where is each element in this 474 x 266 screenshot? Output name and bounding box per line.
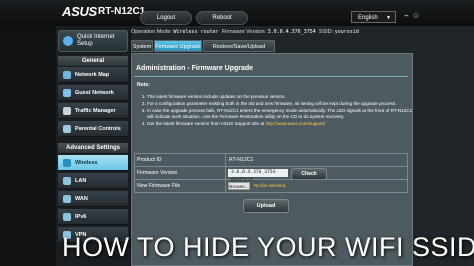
sidebar-item-lan[interactable]: LAN — [58, 173, 128, 189]
ssid-value[interactable]: yourssid — [335, 29, 359, 35]
browse-button[interactable]: Browse... — [228, 182, 250, 190]
sidebar-item-network-map[interactable]: Network Map — [58, 67, 128, 83]
fw-label: Firmware Version: — [221, 29, 267, 35]
globe-icon — [63, 36, 73, 46]
logout-button[interactable]: Logout — [140, 11, 192, 25]
sidebar-item-parental-controls[interactable]: Parental Controls — [58, 121, 128, 137]
fw-version-value: 3.0.0.4.376_3754-g5ef7c1f — [228, 169, 288, 183]
reboot-button[interactable]: Reboot — [196, 11, 248, 25]
note-item: Get the latest firmware version from ASU… — [147, 121, 413, 127]
note-text: Get the latest firmware version from ASU… — [147, 121, 265, 126]
wan-icon — [63, 195, 71, 203]
divider — [225, 167, 226, 180]
new-fw-label: New Firmware File — [137, 183, 181, 189]
page-title: Administration - Firmware Upgrade — [136, 65, 254, 72]
product-id-label: Product ID — [137, 157, 162, 163]
table-row: Firmware Version 3.0.0.4.376_3754-g5ef7c… — [135, 167, 407, 183]
sidebar-item-label: Wireless — [75, 160, 98, 166]
divider — [134, 76, 408, 77]
sidebar-item-label: WAN — [75, 196, 88, 202]
tab-restore-save-upload[interactable]: Restore/Save/Upload Setting — [203, 40, 275, 62]
status-icons: ⌁☺ — [404, 11, 423, 20]
sidebar-item-traffic-manager[interactable]: Traffic Manager — [58, 103, 128, 119]
upload-button[interactable]: Upload — [243, 199, 289, 213]
note-item: In case the upgrade process fails, RT-N1… — [147, 108, 413, 120]
video-title-overlay: HOW TO HIDE YOUR WIFI SSID — [62, 232, 474, 262]
general-header: General — [58, 56, 128, 66]
status-bar: Operation Mode: Wireless router Firmware… — [131, 26, 474, 38]
ipv6-icon — [63, 213, 71, 221]
sidebar-item-wireless[interactable]: Wireless — [58, 155, 128, 171]
sidebar-item-guest-network[interactable]: Guest Network — [58, 85, 128, 101]
fw-value[interactable]: 3.0.0.4.376_3754 — [268, 29, 316, 35]
asus-logo: ASUS — [62, 4, 97, 19]
lan-icon — [63, 177, 71, 185]
check-button[interactable]: Check — [291, 168, 327, 180]
sidebar-item-ipv6[interactable]: IPv6 — [58, 209, 128, 225]
traffic-manager-icon — [63, 107, 71, 115]
firmware-table: Product ID RT-N12C1 Firmware Version 3.0… — [134, 153, 408, 193]
sidebar-item-label: Parental Controls — [75, 126, 121, 132]
no-file-text: No file selected. — [254, 183, 287, 188]
note-item: For a configuration parameter existing b… — [147, 101, 413, 107]
sidebar-item-label: Network Map — [75, 72, 110, 78]
ssid-label: SSID: — [318, 29, 334, 35]
chevron-down-icon: ▼ — [386, 15, 391, 21]
language-select[interactable]: English ▼ — [351, 11, 396, 23]
guest-network-icon — [63, 89, 71, 97]
network-map-icon — [63, 71, 71, 79]
sidebar-item-label: IPv6 — [75, 214, 87, 220]
note-label: Note: — [137, 82, 150, 88]
tab-system[interactable]: System — [131, 40, 153, 52]
wireless-icon — [63, 159, 71, 167]
fw-version-label: Firmware Version — [137, 170, 178, 176]
advanced-settings-header: Advanced Settings — [58, 143, 128, 153]
language-value: English — [358, 15, 378, 21]
divider — [225, 180, 226, 193]
user-icon: ☺ — [411, 11, 423, 20]
sidebar-item-label: LAN — [75, 178, 87, 184]
table-row: Product ID RT-N12C1 — [135, 154, 407, 167]
tab-firmware-upgrade[interactable]: Firmware Upgrade — [154, 40, 202, 52]
table-row: New Firmware File Browse... No file sele… — [135, 180, 407, 193]
quick-internet-setup-button[interactable]: Quick Internet Setup — [58, 30, 128, 52]
note-item: The latest firmware version include upda… — [147, 94, 413, 100]
quick-setup-label: Quick Internet Setup — [77, 34, 115, 47]
divider — [225, 154, 226, 167]
usb-icon: ⌁ — [404, 11, 412, 20]
model-name: RT-N12C1 — [98, 6, 146, 17]
op-mode-label: Operation Mode: — [131, 29, 172, 35]
notes-list: The latest firmware version include upda… — [141, 94, 413, 128]
parental-controls-icon — [63, 125, 71, 133]
sidebar-item-wan[interactable]: WAN — [58, 191, 128, 207]
support-link[interactable]: http://www.asus.com/support/ — [265, 121, 325, 126]
sidebar-item-label: Guest Network — [75, 90, 114, 96]
sidebar-item-label: Traffic Manager — [75, 108, 116, 114]
product-id-value: RT-N12C1 — [229, 157, 254, 163]
op-mode-value[interactable]: Wireless router — [174, 29, 219, 35]
